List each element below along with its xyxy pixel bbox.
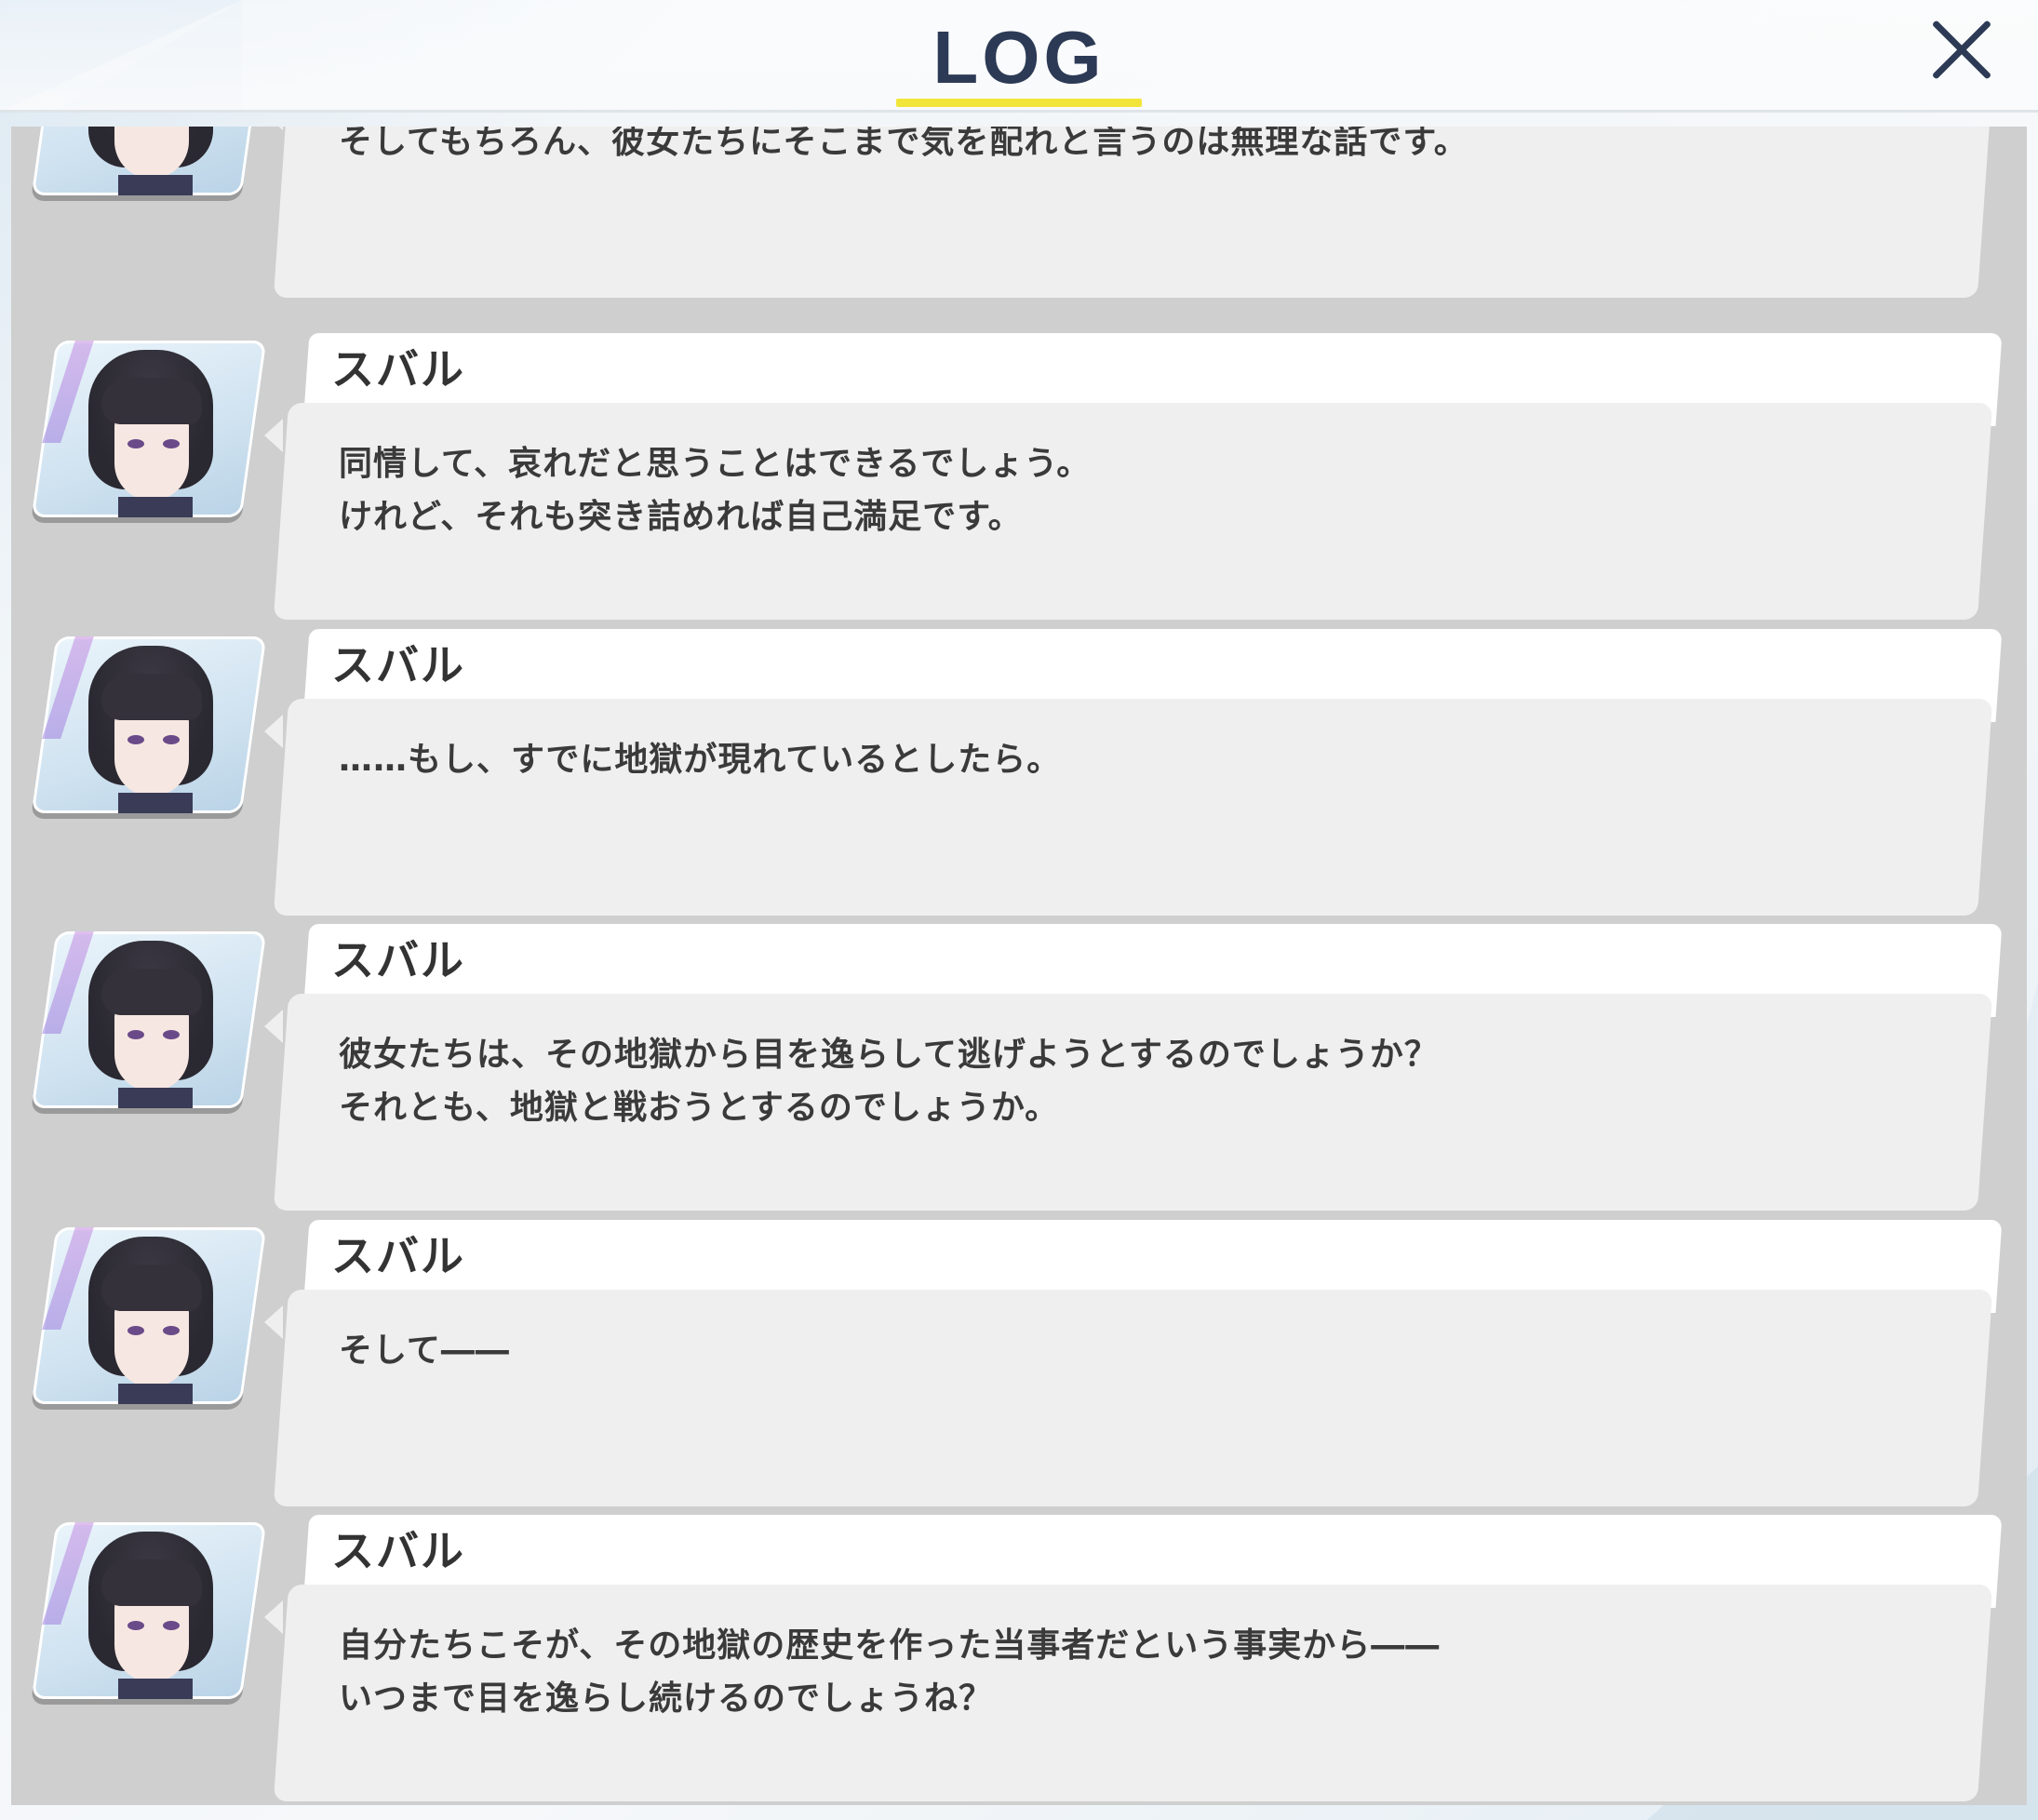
speaker-name: スバル [331, 1231, 465, 1281]
character-portrait [31, 931, 267, 1108]
dialogue-bubble [273, 1290, 1993, 1506]
speaker-name: スバル [331, 344, 465, 395]
log-list[interactable]: そしてもちろん、彼女たちにそこまで気を配れと言うのは無理な話です。 スバル 同情… [11, 127, 2027, 1805]
log-entry: スバル そして―― [11, 1220, 2027, 1516]
dialogue-text: 同情して、哀れだと思うことはできるでしょう。 けれど、それも突き詰めれば自己満足… [339, 445, 1092, 536]
character-portrait [31, 341, 267, 517]
log-entry: スバル 自分たちこそが、その地獄の歴史を作った当事者だという事実から―― いつま… [11, 1515, 2027, 1805]
speech-tail [264, 1305, 283, 1339]
speaker-name: スバル [331, 1526, 465, 1576]
speaker-name: スバル [331, 935, 465, 985]
dialogue-text: 彼女たちは、その地獄から目を逸らして逃げようとするのでしょうか？ それとも、地獄… [339, 1036, 1439, 1127]
dialogue-text: 自分たちこそが、その地獄の歴史を作った当事者だという事実から―― いつまで目を逸… [339, 1626, 1441, 1718]
log-entry: スバル 彼女たちは、その地獄から目を逸らして逃げようとするのでしょうか？ それと… [11, 924, 2027, 1220]
character-portrait [31, 1522, 267, 1699]
log-entry: スバル 同情して、哀れだと思うことはできるでしょう。 けれど、それも突き詰めれば… [11, 333, 2027, 629]
character-portrait [31, 636, 267, 813]
speech-tail [264, 1010, 283, 1043]
speech-tail [264, 715, 283, 748]
log-entry: スバル ……もし、すでに地獄が現れているとしたら。 [11, 629, 2027, 925]
log-entry: そしてもちろん、彼女たちにそこまで気を配れと言うのは無理な話です。 [11, 127, 2027, 307]
speech-tail [264, 1600, 283, 1634]
character-portrait [31, 127, 267, 195]
dialogue-text: そして―― [339, 1332, 510, 1370]
speech-tail [264, 419, 283, 452]
dialogue-text: そしてもちろん、彼女たちにそこまで気を配れと言うのは無理な話です。 [339, 127, 1468, 161]
page-title: LOG [932, 16, 1106, 99]
close-button[interactable] [1928, 17, 1995, 84]
dialogue-bubble [273, 699, 1993, 916]
speaker-name: スバル [331, 640, 465, 690]
title-underline [896, 99, 1142, 107]
character-portrait [31, 1227, 267, 1404]
speech-tail [264, 127, 283, 130]
log-header: LOG [0, 0, 2038, 113]
dialogue-text: ……もし、すでに地獄が現れているとしたら。 [339, 741, 1062, 779]
